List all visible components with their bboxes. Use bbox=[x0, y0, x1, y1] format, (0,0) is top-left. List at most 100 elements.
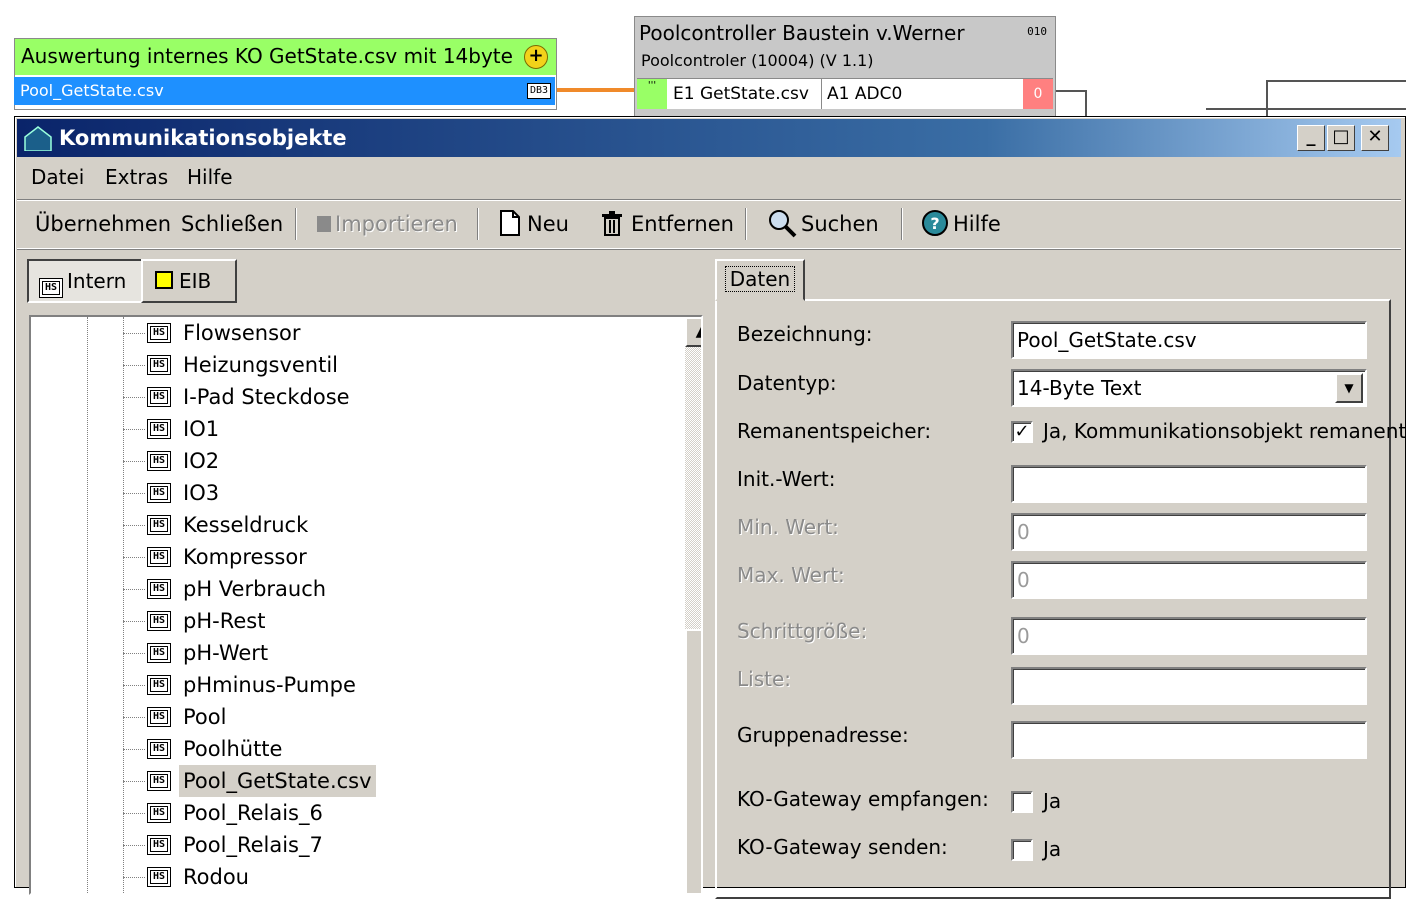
tree-line bbox=[87, 317, 88, 893]
tab-eib-label: EIB bbox=[179, 269, 212, 293]
gateway-senden-checkbox[interactable] bbox=[1011, 839, 1033, 861]
hilfe-button[interactable]: ? Hilfe bbox=[921, 200, 1001, 248]
schrittgroesse-field[interactable]: 0 bbox=[1011, 617, 1367, 655]
neu-label: Neu bbox=[527, 212, 569, 236]
divider bbox=[821, 79, 822, 109]
tree-connector bbox=[123, 397, 145, 398]
output-pin[interactable]: 0 bbox=[1023, 79, 1053, 109]
remanent-checkbox[interactable]: ✓ bbox=[1011, 421, 1033, 443]
kommunikationsobjekte-dialog: Kommunikationsobjekte _ □ ✕ Datei Extras… bbox=[14, 116, 1406, 899]
hs-object-icon: HS bbox=[147, 419, 171, 439]
toolbar-separator bbox=[477, 208, 479, 240]
menu-hilfe[interactable]: Hilfe bbox=[187, 159, 233, 195]
tree-connector bbox=[123, 749, 145, 750]
new-document-icon bbox=[500, 210, 520, 236]
gateway-empfangen-label: KO-Gateway empfangen: bbox=[737, 787, 989, 811]
tree-connector bbox=[123, 813, 145, 814]
import-icon bbox=[317, 216, 331, 232]
tree-connector bbox=[123, 877, 145, 878]
connection-wire bbox=[1206, 108, 1406, 110]
input-label: E1 GetState.csv bbox=[673, 84, 809, 104]
suchen-button[interactable]: Suchen bbox=[767, 200, 879, 248]
gateway-empfangen-checkbox[interactable] bbox=[1011, 791, 1033, 813]
toolbar-separator bbox=[901, 208, 903, 240]
toolbar-separator bbox=[745, 208, 747, 240]
hs-object-icon: HS bbox=[147, 611, 171, 631]
tab-intern[interactable]: HS Intern bbox=[27, 259, 143, 303]
tree-connector bbox=[123, 461, 145, 462]
liste-field[interactable] bbox=[1011, 667, 1367, 705]
minimize-button[interactable]: _ bbox=[1297, 125, 1325, 151]
maximize-button[interactable]: □ bbox=[1327, 125, 1355, 151]
tree-connector bbox=[123, 429, 145, 430]
input-pin[interactable]: ''' bbox=[637, 79, 667, 109]
close-button[interactable]: ✕ bbox=[1361, 125, 1389, 151]
tree-connector bbox=[123, 653, 145, 654]
gateway-senden-ja: Ja bbox=[1043, 837, 1062, 861]
menu-datei[interactable]: Datei bbox=[31, 159, 84, 195]
vertical-scrollbar[interactable]: ▲ bbox=[685, 317, 701, 893]
hs-object-icon: HS bbox=[147, 803, 171, 823]
init-wert-label: Init.-Wert: bbox=[737, 467, 836, 491]
hs-object-icon: HS bbox=[147, 451, 171, 471]
node-subtitle: Poolcontroler (10004) (V 1.1) bbox=[641, 51, 874, 70]
gateway-empfangen-ja: Ja bbox=[1043, 789, 1062, 813]
scroll-up-button[interactable]: ▲ bbox=[685, 317, 701, 347]
node-title: Poolcontroller Baustein v.Werner bbox=[639, 21, 965, 45]
tree-item-label: Pool bbox=[183, 705, 227, 729]
output-label: Pool_GetState.csv bbox=[20, 81, 164, 100]
tree-connector bbox=[123, 685, 145, 686]
gruppenadresse-field[interactable] bbox=[1011, 721, 1367, 759]
gruppenadresse-label: Gruppenadresse: bbox=[737, 723, 909, 747]
tab-eib[interactable]: EIB bbox=[141, 259, 237, 303]
remanent-label: Remanentspeicher: bbox=[737, 419, 932, 443]
chevron-down-icon[interactable]: ▼ bbox=[1335, 373, 1363, 403]
connection-wire bbox=[1266, 80, 1406, 82]
hs-object-icon: HS bbox=[147, 515, 171, 535]
datentyp-select[interactable]: 14-Byte Text ▼ bbox=[1011, 369, 1367, 407]
toolbar: Übernehmen Schließen Importieren Neu Ent… bbox=[17, 199, 1401, 249]
neu-button[interactable]: Neu bbox=[499, 200, 569, 248]
hs-object-icon: HS bbox=[147, 835, 171, 855]
tree-connector bbox=[123, 557, 145, 558]
tree-item-label: pHminus-Pumpe bbox=[183, 673, 356, 697]
uebernehmen-button[interactable]: Übernehmen bbox=[35, 200, 171, 248]
max-wert-field[interactable]: 0 bbox=[1011, 561, 1367, 599]
datatype-tag: DB3 bbox=[526, 83, 551, 99]
house-icon bbox=[24, 126, 52, 151]
node-output-port[interactable]: Pool_GetState.csv DB3 bbox=[14, 77, 555, 105]
tree-item-label: IO3 bbox=[183, 481, 220, 505]
tree-connector bbox=[123, 621, 145, 622]
hs-object-icon: HS bbox=[147, 707, 171, 727]
connection-wire bbox=[1085, 90, 1087, 116]
connection-wire bbox=[1056, 90, 1086, 92]
init-wert-field[interactable] bbox=[1011, 465, 1367, 503]
suchen-label: Suchen bbox=[801, 212, 879, 236]
node-title: Auswertung internes KO GetState.csv mit … bbox=[15, 39, 556, 75]
tab-daten-label: Daten bbox=[724, 266, 796, 292]
logic-node-poolcontroller[interactable]: Poolcontroller Baustein v.Werner Poolcon… bbox=[634, 16, 1056, 118]
min-wert-field[interactable]: 0 bbox=[1011, 513, 1367, 551]
menu-extras[interactable]: Extras bbox=[105, 159, 168, 195]
schliessen-button[interactable]: Schließen bbox=[181, 200, 283, 248]
importieren-button[interactable]: Importieren bbox=[317, 200, 458, 248]
tree-item-label: Rodou bbox=[183, 865, 249, 889]
bezeichnung-field[interactable]: Pool_GetState.csv bbox=[1011, 321, 1367, 359]
entfernen-label: Entfernen bbox=[631, 212, 734, 236]
tree-item-label: pH Verbrauch bbox=[183, 577, 327, 601]
hs-object-icon: HS bbox=[147, 323, 171, 343]
tree-connector bbox=[123, 589, 145, 590]
tree-item-label: Kompressor bbox=[183, 545, 307, 569]
schrittgroesse-label: Schrittgröße: bbox=[737, 619, 868, 643]
tree-item-label: Pool_Relais_6 bbox=[183, 801, 323, 825]
scroll-thumb[interactable] bbox=[685, 629, 701, 893]
tree-item-label: Flowsensor bbox=[183, 321, 301, 345]
hs-object-icon: HS bbox=[147, 579, 171, 599]
menu-bar: Datei Extras Hilfe bbox=[17, 159, 1401, 195]
entfernen-button[interactable]: Entfernen bbox=[601, 200, 734, 248]
add-icon[interactable]: + bbox=[524, 45, 548, 69]
tab-daten[interactable]: Daten bbox=[715, 259, 805, 301]
title-bar[interactable]: Kommunikationsobjekte _ □ ✕ bbox=[17, 119, 1401, 157]
max-wert-label: Max. Wert: bbox=[737, 563, 845, 587]
tree-line bbox=[123, 317, 124, 893]
